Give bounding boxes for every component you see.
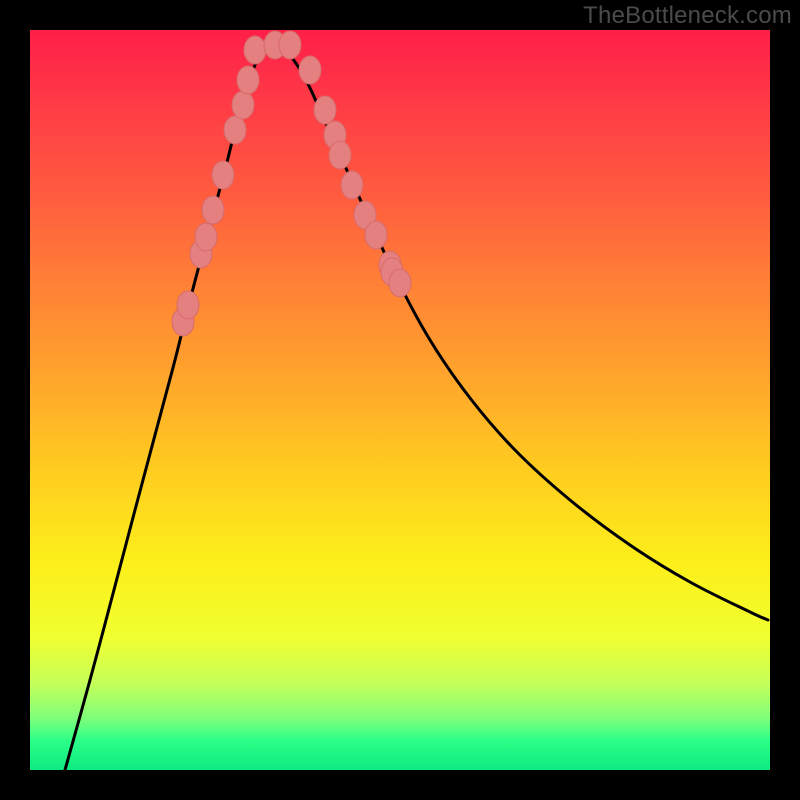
data-marker xyxy=(341,171,363,199)
data-marker xyxy=(244,36,266,64)
data-marker xyxy=(212,161,234,189)
watermark-text: TheBottleneck.com xyxy=(583,2,792,30)
data-marker xyxy=(279,31,301,59)
data-marker xyxy=(314,96,336,124)
data-marker xyxy=(202,196,224,224)
marker-layer xyxy=(30,30,770,770)
data-marker xyxy=(237,66,259,94)
data-marker xyxy=(329,141,351,169)
data-marker xyxy=(177,291,199,319)
data-marker xyxy=(232,91,254,119)
data-marker xyxy=(195,223,217,251)
data-marker xyxy=(365,221,387,249)
data-marker xyxy=(299,56,321,84)
data-marker xyxy=(389,269,411,297)
data-marker xyxy=(224,116,246,144)
